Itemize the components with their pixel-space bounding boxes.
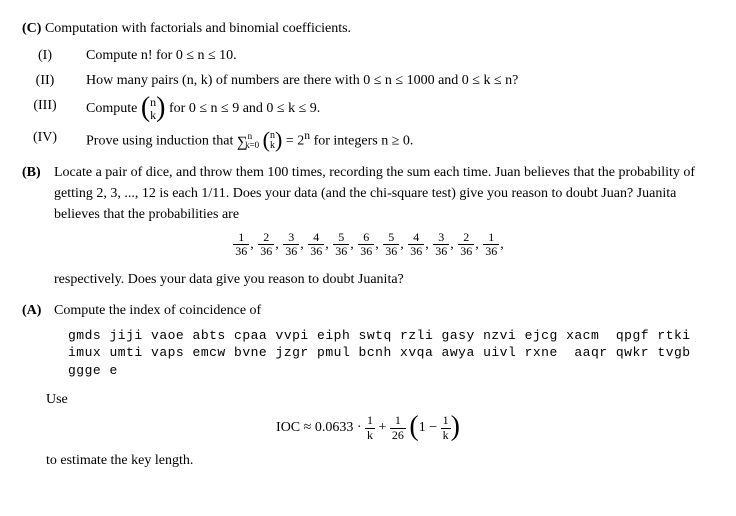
section-b-text2: respectively. Does your data give you re…	[54, 269, 714, 290]
section-b-text1: Locate a pair of dice, and throw them 10…	[54, 162, 714, 225]
item-iii-body: Compute (nk) for 0 ≤ n ≤ 9 and 0 ≤ k ≤ 9…	[68, 95, 714, 123]
section-c-title: Computation with factorials and binomial…	[45, 21, 351, 36]
item-ii-label: (II)	[22, 70, 68, 91]
item-ii: (II) How many pairs (n, k) of numbers ar…	[22, 70, 714, 91]
item-ii-text: How many pairs (n, k) of numbers are the…	[68, 70, 714, 91]
section-b: (B) Locate a pair of dice, and throw the…	[22, 162, 714, 225]
item-iii: (III) Compute (nk) for 0 ≤ n ≤ 9 and 0 ≤…	[22, 95, 714, 123]
cipher-line-3: ggge e	[68, 363, 118, 378]
sum-low: k=0	[245, 140, 259, 150]
ioc-lhs: IOC ≈ 0.0633 ·	[276, 420, 365, 435]
comma: ,	[425, 237, 432, 252]
item-iv: (IV) Prove using induction that ∑nk=0 (n…	[22, 127, 714, 154]
item-iii-suffix: for 0 ≤ n ≤ 9 and 0 ≤ k ≤ 9.	[166, 101, 321, 116]
prob-fraction: 536	[333, 231, 349, 258]
prob-fraction: 636	[358, 231, 374, 258]
comma: ,	[400, 237, 407, 252]
item-iv-label: (IV)	[22, 127, 68, 148]
fraction-row: 136, 236, 336, 436, 536, 636, 536, 436, …	[22, 231, 714, 258]
cipher-line-2: imux umti vaps emcw bvne jzgr pmul bcnh …	[68, 345, 691, 360]
item-i-text: Compute n! for 0 ≤ n ≤ 10.	[68, 45, 714, 66]
open-paren-icon: (	[409, 411, 418, 442]
section-a-header: (A) Compute the index of coincidence of	[22, 300, 714, 321]
section-a-title: Compute the index of coincidence of	[54, 300, 714, 321]
comma: ,	[275, 237, 282, 252]
prob-fraction: 136	[483, 231, 499, 258]
item-i: (I) Compute n! for 0 ≤ n ≤ 10.	[22, 45, 714, 66]
open-paren-icon: (	[141, 92, 150, 123]
plus: +	[375, 420, 390, 435]
prob-fraction: 236	[258, 231, 274, 258]
prob-fraction: 436	[308, 231, 324, 258]
prob-fraction: 236	[458, 231, 474, 258]
section-c-header: (C) Computation with factorials and bino…	[22, 18, 714, 39]
item-iii-prefix: Compute	[86, 101, 141, 116]
close-paren-icon: )	[451, 411, 460, 442]
open-paren-icon: (	[263, 127, 270, 152]
section-a-tail: to estimate the key length.	[46, 450, 714, 471]
comma: ,	[375, 237, 382, 252]
one-minus: 1 −	[419, 420, 441, 435]
prob-fraction: 336	[283, 231, 299, 258]
prob-fraction: 336	[433, 231, 449, 258]
close-paren-icon: )	[156, 92, 165, 123]
comma: ,	[500, 237, 504, 252]
item-iv-body: Prove using induction that ∑nk=0 (nk) = …	[68, 127, 714, 154]
use-label: Use	[46, 389, 714, 410]
item-iv-suffix: for integers n ≥ 0.	[310, 134, 413, 149]
prob-fraction: 136	[233, 231, 249, 258]
item-iv-prefix: Prove using induction that	[86, 134, 237, 149]
comma: ,	[325, 237, 332, 252]
comma: ,	[475, 237, 482, 252]
prob-fraction: 436	[408, 231, 424, 258]
comma: ,	[300, 237, 307, 252]
comma: ,	[350, 237, 357, 252]
ciphertext-block: gmds jiji vaoe abts cpaa vvpi eiph swtq …	[68, 327, 714, 380]
comma: ,	[450, 237, 457, 252]
item-iii-label: (III)	[22, 95, 68, 116]
item-i-label: (I)	[22, 45, 68, 66]
comma: ,	[250, 237, 257, 252]
section-a-label: (A)	[22, 300, 54, 321]
section-c-label: (C)	[22, 21, 41, 36]
prob-fraction: 536	[383, 231, 399, 258]
section-b-label: (B)	[22, 162, 54, 183]
frac-1-26: 126	[390, 414, 406, 441]
ioc-formula: IOC ≈ 0.0633 · 1k + 126 (1 − 1k)	[22, 414, 714, 442]
close-paren-icon: )	[275, 127, 282, 152]
frac-1k: 1k	[365, 414, 375, 441]
cipher-line-1: gmds jiji vaoe abts cpaa vvpi eiph swtq …	[68, 328, 691, 343]
frac-1k-b: 1k	[441, 414, 451, 441]
item-iv-eq: = 2	[282, 134, 304, 149]
